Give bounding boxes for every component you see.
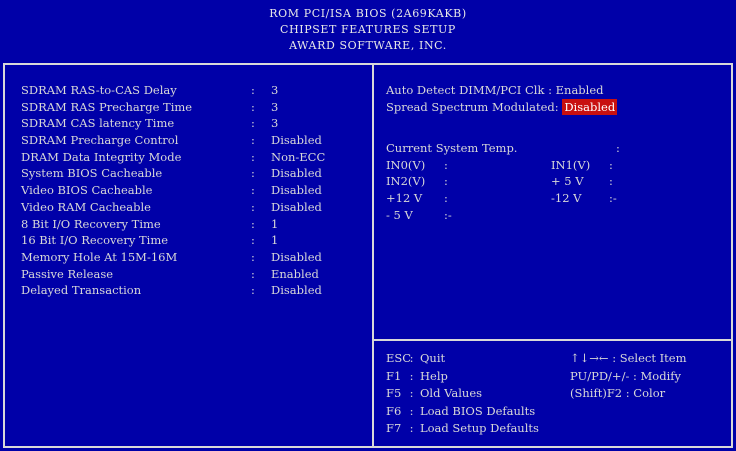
key-name: F5	[386, 386, 402, 400]
setting-value[interactable]: Disabled	[271, 182, 366, 199]
setting-value[interactable]: 1	[271, 216, 366, 233]
voltage-label: -12 V	[551, 191, 582, 206]
key-name: F7	[386, 421, 402, 435]
setting-label: Video BIOS Cacheable	[21, 183, 153, 198]
key-name: ESC	[386, 351, 412, 365]
setting-row[interactable]: 8 Bit I/O Recovery Time:1	[21, 216, 366, 233]
key-desc: Load Setup Defaults	[420, 421, 539, 435]
setting-row[interactable]: Memory Hole At 15M-16M: Disabled	[21, 249, 366, 266]
setting-value[interactable]: Disabled	[271, 165, 366, 182]
key-help-row: ESC : Quit ↑↓→← : Select Item	[386, 350, 731, 368]
setting-value[interactable]: Disabled	[271, 249, 366, 266]
auto-detect-label: Auto Detect DIMM/PCI Clk	[386, 83, 545, 97]
setting-label: Passive Release	[21, 266, 114, 281]
voltage-label: IN0(V)	[386, 157, 426, 172]
temp-row: Current System Temp. :	[386, 141, 620, 155]
key-name: F6	[386, 403, 402, 418]
setting-row[interactable]: Delayed Transaction: Disabled	[21, 282, 366, 299]
setting-row[interactable]: SDRAM CAS latency Time:3	[21, 115, 366, 132]
key-desc: Help	[420, 368, 448, 383]
key-hint: (Shift)F2 : Color	[570, 386, 666, 400]
auto-detect-row[interactable]: Auto Detect DIMM/PCI Clk : Enabled	[386, 82, 726, 99]
setting-label: 16 Bit I/O Recovery Time	[21, 233, 169, 248]
setting-row[interactable]: DRAM Data Integrity Mode: Non-ECC	[21, 149, 366, 166]
key-help-row: F1 : Help PU/PD/+/- : Modify	[386, 368, 731, 386]
key-hint: ↑↓→← : Select Item	[570, 351, 687, 365]
voltage-label: - 5 V	[386, 207, 413, 222]
bios-title: ROM PCI/ISA BIOS (2A69KAKB)	[269, 7, 467, 20]
setting-value[interactable]: Enabled	[271, 266, 366, 283]
vendor-name: AWARD SOFTWARE, INC.	[289, 39, 447, 52]
setting-row[interactable]: Video RAM Cacheable: Disabled	[21, 199, 366, 216]
spread-spectrum-value[interactable]: Disabled	[562, 98, 618, 116]
setting-label: System BIOS Cacheable	[21, 166, 163, 181]
spread-spectrum-label: Spread Spectrum Modulated	[386, 99, 555, 114]
bios-screen: ROM PCI/ISA BIOS (2A69KAKB) CHIPSET FEAT…	[0, 0, 736, 451]
key-desc: Quit	[420, 351, 446, 365]
setting-label: SDRAM RAS Precharge Time	[21, 99, 193, 114]
voltage-label: IN1(V)	[551, 157, 591, 172]
key-help: ESC : Quit ↑↓→← : Select Item F1 : Help PU/P…	[386, 350, 731, 438]
clock-settings: Auto Detect DIMM/PCI Clk : Enabled Sprea…	[386, 82, 726, 116]
voltage-row: IN0(V): IN1(V):	[386, 157, 613, 172]
setting-row[interactable]: SDRAM Precharge Control: Disabled	[21, 132, 366, 149]
setting-value[interactable]: Disabled	[271, 132, 366, 149]
bios-header: ROM PCI/ISA BIOS (2A69KAKB) CHIPSET FEAT…	[0, 0, 736, 62]
key-hint: PU/PD/+/- : Modify	[570, 368, 682, 383]
spread-spectrum-row[interactable]: Spread Spectrum Modulated : Disabled	[386, 98, 726, 116]
voltage-label: IN2(V)	[386, 174, 426, 189]
key-desc: Load BIOS Defaults	[420, 403, 536, 418]
setting-value[interactable]: 3	[271, 115, 366, 132]
key-help-row: F5 : Old Values (Shift)F2 : Color	[386, 385, 731, 403]
setting-label: Memory Hole At 15M-16M	[21, 249, 178, 264]
voltage-label: +12 V	[386, 191, 423, 206]
voltage-row: +12 V: -12 V:-	[386, 191, 617, 206]
setting-value[interactable]: Disabled	[271, 282, 366, 299]
voltage-label: + 5 V	[551, 174, 584, 189]
key-help-row: F6 : Load BIOS Defaults	[386, 403, 731, 421]
setting-label: Video RAM Cacheable	[21, 199, 151, 214]
setting-value[interactable]: 1	[271, 232, 366, 249]
setting-label: DRAM Data Integrity Mode	[21, 149, 182, 164]
setting-value[interactable]: 3	[271, 82, 366, 99]
current-temp-label: Current System Temp.	[386, 141, 518, 155]
setting-row[interactable]: System BIOS Cacheable: Disabled	[21, 165, 366, 182]
setting-row[interactable]: SDRAM RAS-to-CAS Delay:3	[21, 82, 366, 99]
setting-label: 8 Bit I/O Recovery Time	[21, 216, 161, 231]
setting-row[interactable]: SDRAM RAS Precharge Time:3	[21, 99, 366, 116]
setting-value[interactable]: Non-ECC	[271, 149, 366, 166]
key-name: F1	[386, 368, 402, 383]
key-desc: Old Values	[420, 386, 483, 400]
voltage-row: IN2(V): + 5 V:	[386, 174, 613, 189]
voltage-row: - 5 V:-	[386, 207, 452, 222]
setting-row[interactable]: Video BIOS Cacheable: Disabled	[21, 182, 366, 199]
auto-detect-value[interactable]: Enabled	[556, 82, 604, 99]
setting-label: SDRAM CAS latency Time	[21, 116, 175, 131]
setting-value[interactable]: Disabled	[271, 199, 366, 216]
setting-label: Delayed Transaction	[21, 283, 142, 298]
vertical-divider	[372, 63, 374, 448]
page-title: CHIPSET FEATURES SETUP	[280, 23, 456, 36]
chipset-settings-list: SDRAM RAS-to-CAS Delay:3 SDRAM RAS Prech…	[21, 82, 366, 299]
setting-value[interactable]: 3	[271, 99, 366, 116]
setting-label: SDRAM Precharge Control	[21, 133, 179, 148]
setting-label: SDRAM RAS-to-CAS Delay	[21, 83, 177, 97]
horizontal-divider	[374, 339, 733, 341]
setting-row[interactable]: 16 Bit I/O Recovery Time:1	[21, 232, 366, 249]
hardware-monitor: Current System Temp. : IN0(V): IN1(V): I…	[386, 140, 726, 223]
setting-row[interactable]: Passive Release: Enabled	[21, 266, 366, 283]
key-help-row: F7 : Load Setup Defaults	[386, 420, 731, 438]
